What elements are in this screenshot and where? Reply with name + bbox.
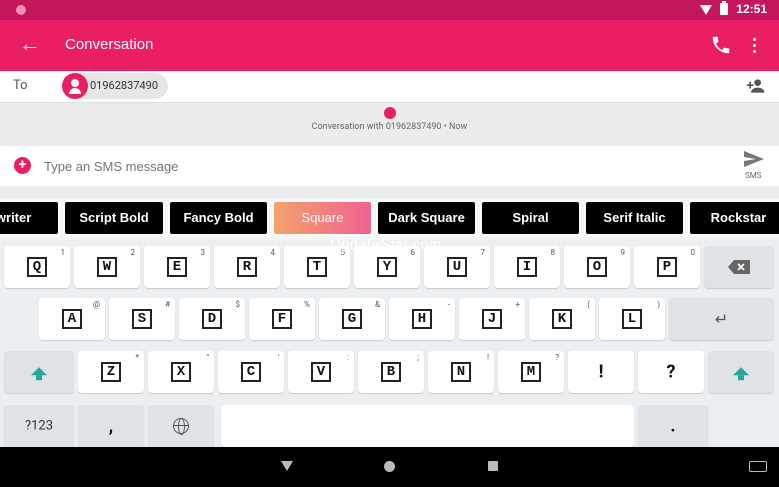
key-n[interactable]: N! <box>428 351 494 393</box>
key-o[interactable]: O9 <box>564 246 630 288</box>
enter-key[interactable]: ↵ <box>669 298 774 340</box>
recipient-row: To 01962837490 <box>0 71 779 103</box>
key-k[interactable]: K( <box>529 298 595 340</box>
battery-icon <box>720 1 729 15</box>
status-time: 12:51 <box>736 2 767 16</box>
shift-icon <box>733 367 749 381</box>
shift-key-left[interactable] <box>4 351 74 393</box>
key-v[interactable]: V: <box>288 351 354 393</box>
more-vert-icon[interactable] <box>746 34 762 56</box>
key-question[interactable]: ? <box>638 351 704 393</box>
nav-home-icon[interactable] <box>384 461 395 472</box>
conversation-area: Conversation with 01962837490 • Now <box>0 104 779 146</box>
key-a[interactable]: A @ <box>39 298 105 340</box>
key-w[interactable]: W2 <box>74 246 140 288</box>
font-style-typewriter[interactable]: ewriter <box>0 200 60 236</box>
status-right: 12:51 <box>700 1 767 16</box>
space-bar[interactable] <box>221 405 634 447</box>
shift-icon <box>31 367 47 381</box>
wifi-icon <box>700 5 713 15</box>
avatar <box>383 107 396 119</box>
key-q[interactable]: Q1 <box>4 246 70 288</box>
key-d[interactable]: D $ <box>179 298 245 340</box>
app-bar: ← Conversation <box>0 20 779 71</box>
keyboard-switch-icon[interactable] <box>749 461 767 472</box>
conversation-info: Conversation with 01962837490 • Now <box>311 122 468 132</box>
key-l[interactable]: L) <box>599 298 665 340</box>
plus-icon[interactable]: + <box>14 157 31 174</box>
font-style-strip[interactable]: ewriter Script Bold Fancy Bold Square Da… <box>0 198 779 240</box>
key-x[interactable]: X " <box>148 351 214 393</box>
key-c[interactable]: C ' <box>218 351 284 393</box>
notification-icon <box>16 5 26 15</box>
key-m[interactable]: M? <box>498 351 564 393</box>
enter-icon: ↵ <box>714 309 729 329</box>
key-p[interactable]: P0 <box>634 246 700 288</box>
nav-back-icon[interactable] <box>281 461 293 471</box>
globe-icon <box>173 418 189 435</box>
avatar <box>62 73 88 99</box>
period-key[interactable]: . <box>638 405 708 447</box>
font-style-serif-italic[interactable]: Serif Italic <box>584 200 685 236</box>
key-f[interactable]: F% <box>249 298 315 340</box>
symbols-key[interactable]: ?123 <box>4 405 74 447</box>
font-style-square[interactable]: Square <box>272 200 373 236</box>
to-label: To <box>13 78 28 93</box>
status-bar: 12:51 <box>0 0 779 20</box>
phone-icon[interactable] <box>710 34 732 56</box>
key-s[interactable]: S # <box>109 298 175 340</box>
send-icon[interactable] <box>744 151 764 167</box>
keyboard: Q1 W2 E3 R4 T5 Y6 U7 I8 O9 P0 A @ S # D $ F… <box>0 240 779 447</box>
font-style-dark-square[interactable]: Dark Square <box>376 200 477 236</box>
key-h[interactable]: H- <box>389 298 455 340</box>
font-style-fancy-bold[interactable]: Fancy Bold <box>168 200 269 236</box>
shift-key-right[interactable] <box>708 351 774 393</box>
key-e[interactable]: E3 <box>144 246 210 288</box>
page-title: Conversation <box>65 36 154 53</box>
watermark: UpdateStar.com <box>330 236 442 253</box>
key-g[interactable]: G & <box>319 298 385 340</box>
key-r[interactable]: R4 <box>214 246 280 288</box>
nav-recents-icon[interactable] <box>488 461 498 471</box>
navigation-bar <box>0 447 779 487</box>
sms-label: SMS <box>745 171 762 180</box>
font-style-rockstar[interactable]: Rockstar <box>688 200 779 236</box>
recipient-chip[interactable]: 01962837490 <box>62 73 169 99</box>
font-style-spiral[interactable]: Spiral <box>480 200 581 236</box>
font-style-script-bold[interactable]: Script Bold <box>63 200 165 236</box>
key-i[interactable]: I8 <box>494 246 560 288</box>
key-b[interactable]: B; <box>358 351 424 393</box>
backspace-key[interactable] <box>704 246 774 288</box>
key-exclamation[interactable]: ! <box>568 351 634 393</box>
comma-key[interactable]: , <box>78 405 144 447</box>
message-input[interactable] <box>44 154 724 178</box>
key-j[interactable]: J + <box>459 298 525 340</box>
back-arrow-icon[interactable]: ← <box>18 33 42 57</box>
recipient-number: 01962837490 <box>90 79 159 92</box>
backspace-icon <box>728 260 750 274</box>
language-key[interactable] <box>148 405 214 447</box>
add-person-icon[interactable] <box>746 77 766 95</box>
compose-bar: + SMS <box>0 146 779 186</box>
key-z[interactable]: Z * <box>78 351 144 393</box>
